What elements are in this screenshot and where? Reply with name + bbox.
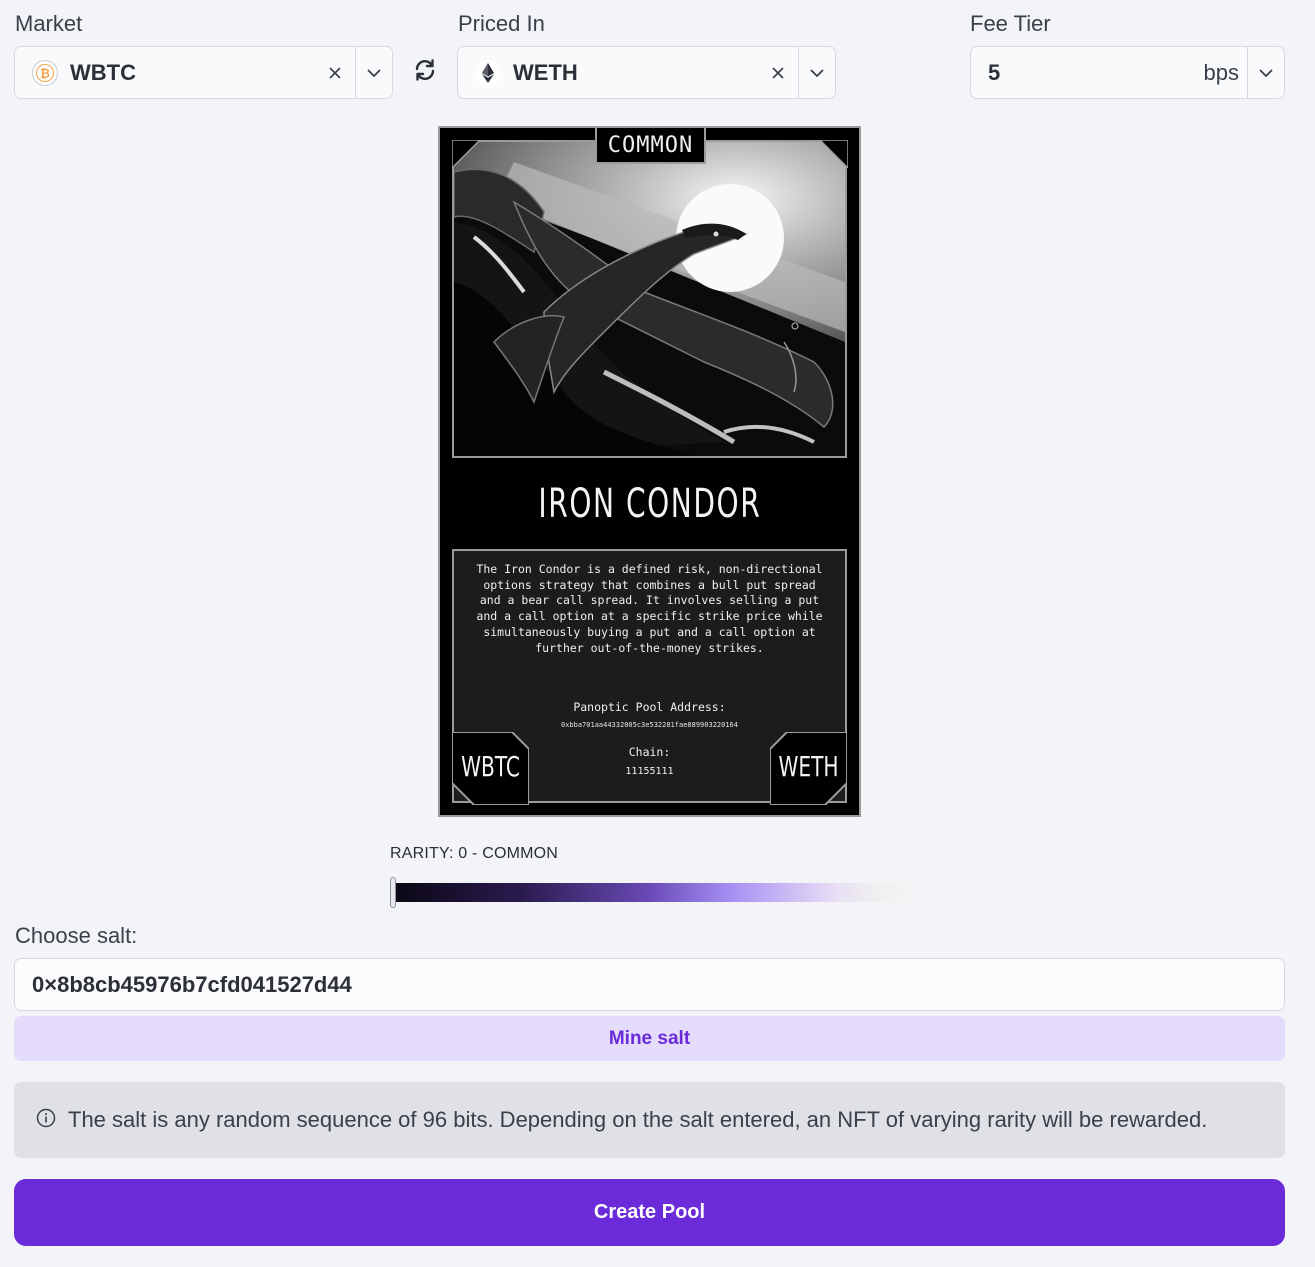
nft-title: IRON CONDOR: [538, 480, 761, 527]
fee-tier-value: 5: [988, 59, 1001, 85]
info-icon: [36, 1108, 56, 1133]
market-chevron-down-icon[interactable]: [356, 47, 392, 98]
nft-left-corner-token: WBTC: [461, 750, 520, 783]
salt-info-text: The salt is any random sequence of 96 bi…: [68, 1107, 1208, 1132]
corner-ornament-top-right: [820, 140, 848, 168]
ethereum-icon: [475, 59, 501, 86]
nft-title-band: IRON CONDOR: [452, 456, 847, 551]
priced-in-value: WETH: [513, 59, 578, 85]
market-select[interactable]: ₿ WBTC: [14, 46, 393, 99]
swap-tokens-icon[interactable]: [410, 55, 440, 85]
salt-label: Choose salt:: [15, 923, 138, 948]
nft-right-corner: WETH: [770, 732, 847, 805]
nft-left-corner: WBTC: [452, 732, 529, 805]
fee-tier-select[interactable]: 5 bps: [970, 46, 1285, 99]
pool-address: 0xbba701aa44332005c3e532281fae8899032201…: [560, 721, 738, 729]
fee-tier-unit: bps: [1203, 59, 1239, 85]
nft-description: The Iron Condor is a defined risk, non-d…: [476, 562, 823, 655]
priced-in-select[interactable]: WETH: [457, 46, 836, 99]
create-pool-button[interactable]: Create Pool: [14, 1179, 1285, 1246]
bitcoin-icon: ₿: [32, 59, 58, 86]
mine-salt-button[interactable]: Mine salt: [14, 1016, 1285, 1061]
rarity-slider-handle[interactable]: [390, 877, 396, 908]
priced-in-clear-icon[interactable]: [758, 47, 798, 98]
fee-tier-chevron-down-icon[interactable]: [1248, 47, 1284, 98]
market-label: Market: [15, 11, 83, 36]
fee-tier-label: Fee Tier: [970, 11, 1051, 36]
nft-right-corner-token: WETH: [778, 750, 839, 783]
rarity-gradient-bar: [392, 883, 910, 902]
condor-artwork: [454, 142, 845, 456]
priced-in-label: Priced In: [458, 11, 545, 36]
svg-text:₿: ₿: [40, 66, 50, 80]
pool-address-label: Panoptic Pool Address:: [573, 700, 726, 714]
priced-in-chevron-down-icon[interactable]: [799, 47, 835, 98]
rarity-label: RARITY: 0 - COMMON: [390, 845, 559, 862]
salt-info-box: The salt is any random sequence of 96 bi…: [14, 1082, 1285, 1158]
market-clear-icon[interactable]: [315, 47, 355, 98]
salt-input[interactable]: [14, 958, 1285, 1011]
corner-ornament-top-left: [452, 140, 480, 168]
nft-rarity-tag: common: [595, 128, 706, 164]
nft-card: common IRON CONDOR The Iron Condor is a …: [438, 126, 861, 817]
market-value: WBTC: [70, 59, 136, 85]
